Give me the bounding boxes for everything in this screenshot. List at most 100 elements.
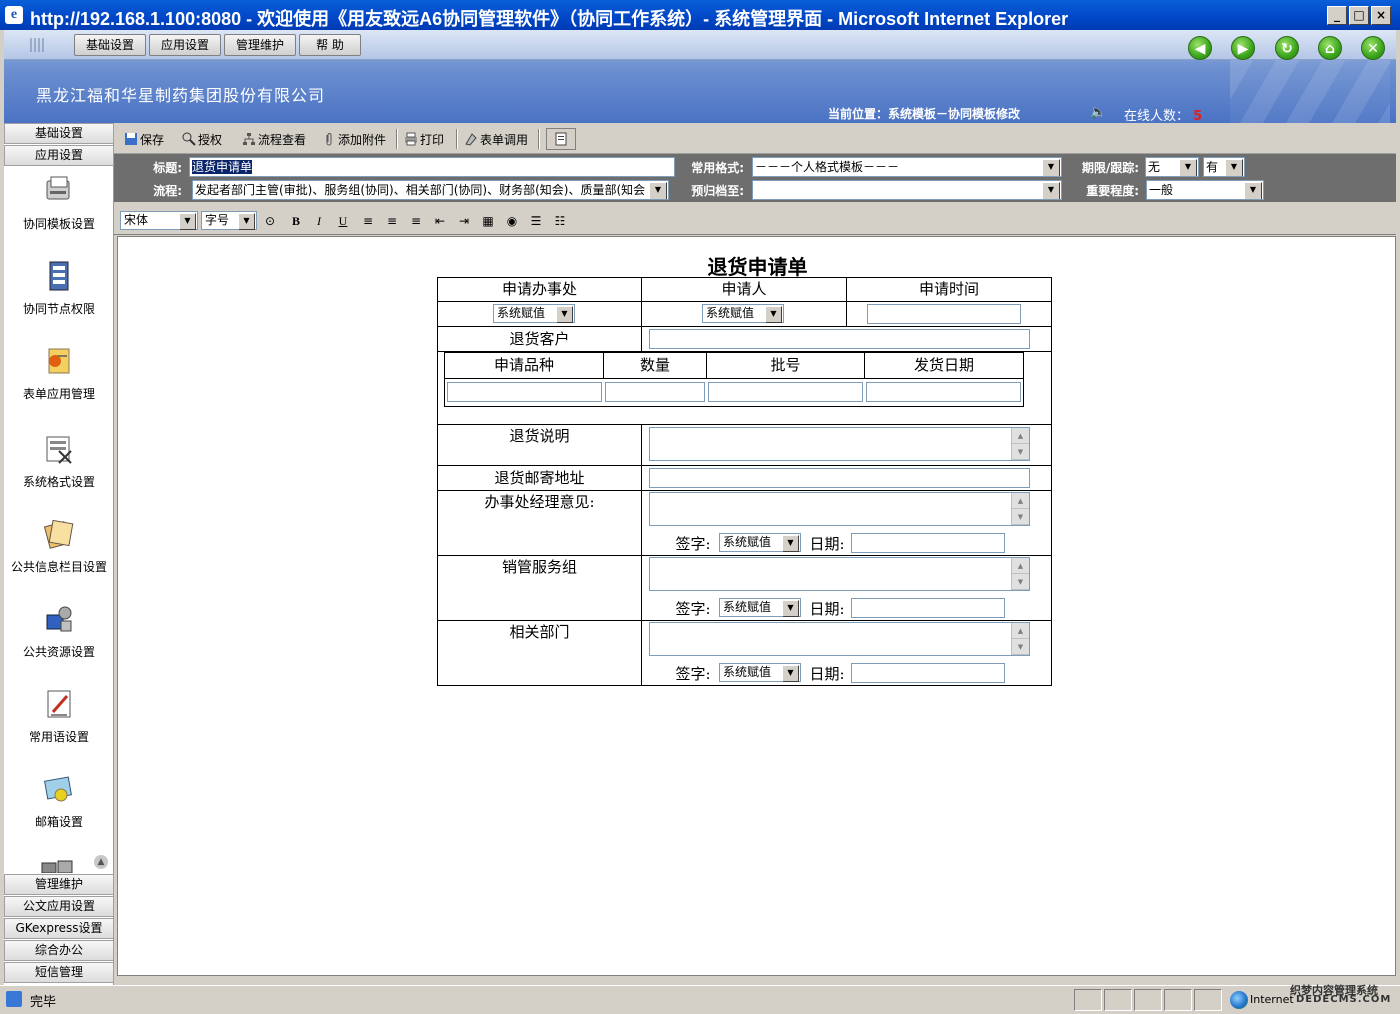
page-icon [6,991,22,1007]
form-call-button[interactable]: 表单调用 [464,130,528,148]
sidebar-tab-maintenance[interactable]: 管理维护 [4,874,114,895]
manager-sign-select[interactable]: 系统赋值 [719,533,801,552]
service-date-input[interactable] [851,598,1005,618]
close-window-button[interactable]: × [1371,6,1391,25]
sidebar-tab-sms[interactable]: 短信管理 [4,962,114,983]
italic-icon[interactable]: I [311,213,327,229]
ship-date-label: 发货日期 [864,352,1024,379]
flow-select[interactable]: 发起者部门主管(审批)、服务组(协同)、相关部门(协同)、财务部(知会)、质量部… [192,180,669,200]
link-icon[interactable]: ◉ [504,213,520,229]
applicant-select[interactable]: 系统赋值 [702,304,784,323]
table-icon[interactable]: ▦ [480,213,496,229]
sidebar-tab-gkexpress[interactable]: GKexpress设置 [4,918,114,939]
sidebar-item-template[interactable]: 协同模板设置 [4,173,114,232]
sidebar-item-format[interactable]: 系统格式设置 [4,431,114,490]
textarea-spinner[interactable]: ▲ ▼ [1011,623,1029,655]
close-icon[interactable]: ✕ [1361,36,1385,60]
attach-button[interactable]: 添加附件 [322,130,386,148]
align-right-icon[interactable]: ≡ [408,213,424,229]
batch-label: 批号 [706,352,865,379]
scroll-up-icon[interactable]: ▲ [94,855,108,869]
align-left-icon[interactable]: ≡ [360,213,376,229]
underline-icon[interactable]: U [335,213,351,229]
flow-view-button[interactable]: 流程查看 [242,130,306,148]
deadline-label: 期限/跟踪: [1081,161,1139,175]
sidebar-item-phrase[interactable]: 常用语设置 [4,686,114,745]
sidebar-tab-docs[interactable]: 公文应用设置 [4,896,114,917]
action-toolbar: 保存 授权 流程查看 添加附件 打印 表单调用 [114,123,1396,154]
desc-textarea[interactable]: ▲ ▼ [649,427,1030,461]
menu-maintenance[interactable]: 管理维护 [224,34,296,56]
applicant-label: 申请人 [641,277,847,302]
format-select[interactable]: －－－个人格式模板－－－ [752,157,1062,177]
forward-icon[interactable]: ▶ [1231,36,1255,60]
authorize-button[interactable]: 授权 [182,130,222,148]
manager-date-input[interactable] [851,533,1005,553]
sidebar-item-info-column[interactable]: 公共信息栏目设置 [4,516,114,575]
sidebar-item-mailbox[interactable]: 邮箱设置 [4,771,114,830]
sidebar-item-label: 协同模板设置 [22,217,95,231]
ship-date-input[interactable] [866,382,1021,402]
bold-icon[interactable]: B [288,213,304,229]
mailbox-icon [44,776,72,802]
sidebar-item-node-permission[interactable]: 协同节点权限 [4,258,114,317]
batch-input[interactable] [708,382,863,402]
sidebar-tab-office[interactable]: 综合办公 [4,940,114,961]
back-icon[interactable]: ◀ [1188,36,1212,60]
office-select[interactable]: 系统赋值 [493,304,575,323]
outdent-icon[interactable]: ⇤ [432,213,448,229]
sidebar-item-form-app[interactable]: 表单应用管理 [4,343,114,402]
minimize-button[interactable]: _ [1327,6,1347,25]
sidebar-tab-basic[interactable]: 基础设置 [4,123,114,144]
indent-icon[interactable]: ⇥ [456,213,472,229]
toolbar-separator [538,129,540,149]
track-select[interactable]: 有 [1203,157,1245,177]
time-input[interactable] [867,304,1021,324]
dept-label-cell: 相关部门 [437,620,642,686]
textarea-spinner[interactable]: ▲ ▼ [1011,558,1029,590]
importance-label: 重要程度: [1086,184,1139,198]
sidebar-item-label: 常用语设置 [28,730,89,744]
sidebar-item-resource[interactable]: 公共资源设置 [4,601,114,660]
status-pane [1164,989,1192,1011]
deadline-select[interactable]: 无 [1145,157,1199,177]
sidebar-item-label: 表单应用管理 [22,387,95,401]
dept-date-input[interactable] [851,663,1005,683]
dept-textarea[interactable]: ▲ ▼ [649,622,1030,656]
speaker-icon[interactable]: 🔈 [1090,105,1106,120]
customer-input[interactable] [649,329,1030,349]
font-select[interactable]: 宋体 [120,211,198,230]
editor-toolbar: 宋体 字号 ⊙ B I U ≡ ≡ ≡ ⇤ ⇥ ▦ ◉ ☰ ☷ [114,203,1396,235]
print-button[interactable]: 打印 [404,130,444,148]
find-icon[interactable]: ⊙ [262,213,278,229]
info-column-icon [43,519,74,549]
importance-select[interactable]: 一般 [1146,180,1264,200]
service-sign-select[interactable]: 系统赋值 [719,598,801,617]
print-icon [405,132,417,146]
menu-app-settings[interactable]: 应用设置 [149,34,221,56]
ie-icon: e [5,6,23,24]
size-select[interactable]: 字号 [201,211,257,230]
manager-textarea[interactable]: ▲ ▼ [649,492,1030,526]
numbered-list-icon[interactable]: ☷ [552,213,568,229]
home-icon[interactable]: ⌂ [1318,36,1342,60]
title-input[interactable]: 退货申请单 [189,157,675,177]
product-input[interactable] [447,382,602,402]
align-center-icon[interactable]: ≡ [384,213,400,229]
qty-input[interactable] [605,382,705,402]
textarea-spinner[interactable]: ▲ ▼ [1011,428,1029,460]
bullet-list-icon[interactable]: ☰ [528,213,544,229]
refresh-icon[interactable]: ↻ [1275,36,1299,60]
save-button[interactable]: 保存 [124,130,164,148]
maximize-button[interactable]: □ [1349,6,1369,25]
dept-sign-select[interactable]: 系统赋值 [719,663,801,682]
service-textarea[interactable]: ▲ ▼ [649,557,1030,591]
menu-help[interactable]: 帮 助 [299,34,361,56]
toolbar-extra-button[interactable] [546,128,576,150]
sidebar-tab-app[interactable]: 应用设置 [4,145,114,166]
date-label: 日期: [809,535,845,553]
menu-basic-settings[interactable]: 基础设置 [74,34,146,56]
textarea-spinner[interactable]: ▲ ▼ [1011,493,1029,525]
address-input[interactable] [649,468,1030,488]
archive-select[interactable] [752,180,1062,200]
